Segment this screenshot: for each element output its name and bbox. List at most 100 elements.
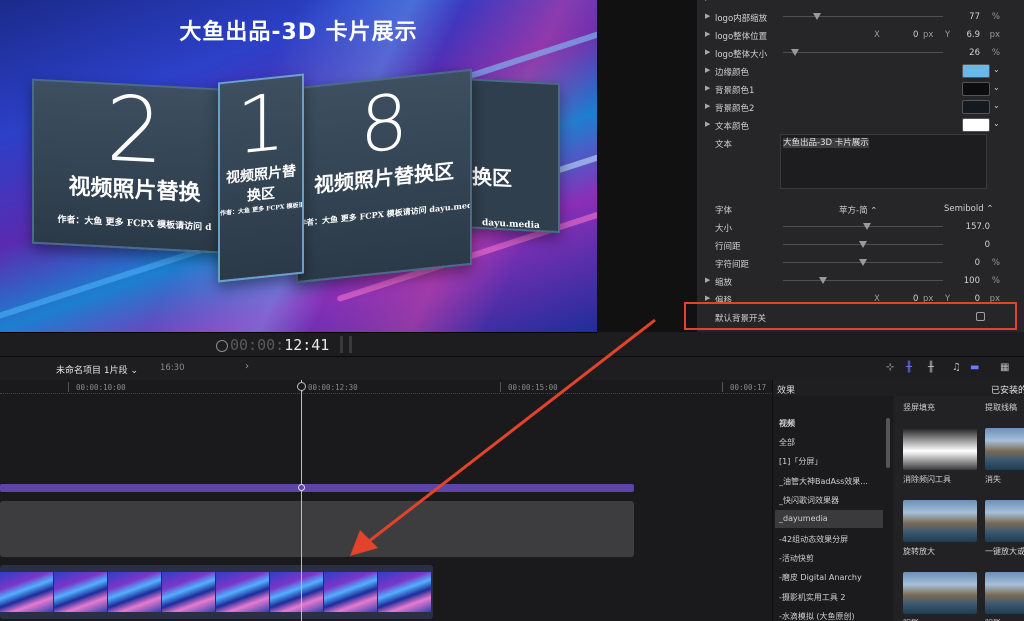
size-value[interactable]: 157.0 xyxy=(966,222,990,232)
disclosure-icon[interactable]: ▶ xyxy=(705,84,710,92)
category-item[interactable]: -磨皮 Digital Anarchy xyxy=(779,572,887,583)
title-clip[interactable] xyxy=(0,484,634,492)
category-item[interactable]: [1]「分屏」 xyxy=(779,456,887,467)
disclosure-icon[interactable]: ▶ xyxy=(705,48,710,56)
chevron-down-icon[interactable]: ⌄ xyxy=(993,83,1000,92)
edge-color-swatch[interactable] xyxy=(962,64,990,78)
logo-position-x-value[interactable]: 0 xyxy=(913,30,918,40)
char-spacing-value[interactable]: 0 xyxy=(975,258,980,268)
effect-label[interactable]: 提取线稿 xyxy=(985,402,1017,413)
card-1: 1 视频照片替换区 作者：大鱼 更多 FCPX 模板请访问 xyxy=(218,73,304,283)
highlight-box xyxy=(684,302,1017,330)
text-input[interactable]: 大鱼出品-3D 卡片展示 xyxy=(780,134,987,189)
logo-size-slider[interactable] xyxy=(783,49,943,56)
headphones-icon[interactable]: ♫ xyxy=(952,362,961,373)
category-item[interactable]: _油管大神BadAss效果... xyxy=(779,476,887,487)
playhead[interactable] xyxy=(301,380,302,621)
category-item[interactable]: -摄影机实用工具 2 xyxy=(779,592,887,603)
timeline-ruler[interactable]: 00:00:10:00 00:00:12:30 00:00:15:00 00:0… xyxy=(0,380,772,394)
card-number: 2 xyxy=(105,78,164,185)
clip-thumbnail xyxy=(108,572,161,612)
effect-label[interactable]: 消除频闪工具 xyxy=(903,474,951,485)
effect-thumbnail[interactable] xyxy=(985,428,1024,470)
clip-thumbnail xyxy=(0,572,53,612)
chevron-down-icon[interactable]: ⌄ xyxy=(993,119,1000,128)
effect-thumbnail[interactable] xyxy=(903,500,977,542)
param-scale: ▶ 缩放 100 % xyxy=(705,276,1000,288)
timeline[interactable]: 00:00:10:00 00:00:12:30 00:00:15:00 00:0… xyxy=(0,380,772,621)
effects-grid: 竖屏填充 提取线稿 消除频闪工具 消失 旋转放大 一键放大或 阴影 阴影 xyxy=(895,396,1024,621)
solo-icon[interactable]: ╫ xyxy=(928,362,934,373)
effect-thumbnail[interactable] xyxy=(985,500,1024,542)
disclosure-icon[interactable]: ▶ xyxy=(705,120,710,128)
snapping-icon[interactable]: ⊹ xyxy=(886,362,894,373)
effect-thumbnail[interactable] xyxy=(985,572,1024,614)
size-slider[interactable] xyxy=(783,223,943,230)
project-name-menu[interactable]: 未命名项目 1片段 ⌄ xyxy=(56,363,138,376)
disclosure-icon[interactable]: ▶ xyxy=(705,294,710,302)
clip-thumbnail xyxy=(54,572,107,612)
logo-inner-scale-slider[interactable] xyxy=(783,13,943,20)
effects-browser-icon[interactable]: ▦ xyxy=(1000,362,1009,373)
timeline-header: 未命名项目 1片段 ⌄ 16:30 › ⊹ ╫ ╫ ♫ ▬ ▦ xyxy=(0,356,1024,380)
chevron-right-icon[interactable]: › xyxy=(245,361,249,372)
effect-label[interactable]: 竖屏填充 xyxy=(903,402,935,413)
timecode-main: 12:41 xyxy=(284,336,330,354)
chevron-down-icon[interactable]: ⌄ xyxy=(993,65,1000,74)
card-author: 作者：大鱼 更多 FCPX 模板请访问 d xyxy=(57,214,212,234)
param-char-spacing: 字符间距 0 % xyxy=(715,258,1000,270)
category-item[interactable]: _快闪歌词效果器 xyxy=(779,495,887,506)
effect-label[interactable]: 旋转放大 xyxy=(903,546,935,557)
scale-value[interactable]: 100 xyxy=(964,276,980,286)
category-item[interactable]: 视频 xyxy=(779,418,887,429)
disclosure-icon[interactable]: ▶ xyxy=(705,66,710,74)
effect-label[interactable]: 一键放大或 xyxy=(985,546,1024,557)
text-color-swatch[interactable] xyxy=(962,118,990,132)
logo-position-y-value[interactable]: 6.9 xyxy=(966,30,980,40)
disclosure-icon[interactable]: ▶ xyxy=(705,12,710,20)
category-item[interactable]: -水滴模拟 (大鱼原创) xyxy=(779,611,887,621)
category-item-selected[interactable]: _dayumedia xyxy=(775,510,883,528)
scrollbar[interactable] xyxy=(886,418,890,468)
char-spacing-slider[interactable] xyxy=(783,259,943,266)
param-logo-size: ▶ logo整体大小 26 % xyxy=(705,48,1000,60)
disclosure-icon[interactable]: ▶ xyxy=(705,276,710,284)
effect-thumbnail[interactable] xyxy=(903,428,977,470)
effect-thumbnail[interactable] xyxy=(903,572,977,614)
clip-appearance-icon[interactable]: ▬ xyxy=(970,362,979,373)
playhead-handle[interactable] xyxy=(297,382,306,391)
project-duration: 16:30 xyxy=(160,363,185,373)
bg-color-2-swatch[interactable] xyxy=(962,100,990,114)
viewer-canvas: 大鱼出品-3D 卡片展示 换区 dayu.media 2 视频照片替换 作者：大… xyxy=(0,0,597,332)
category-item[interactable]: 全部 xyxy=(779,437,887,448)
bg-color-1-swatch[interactable] xyxy=(962,82,990,96)
gap-clip[interactable] xyxy=(0,501,634,557)
clip-thumbnail xyxy=(324,572,377,612)
keyframe-marker[interactable] xyxy=(298,484,305,491)
clip-thumbnail xyxy=(378,572,431,612)
divider xyxy=(340,336,352,353)
viewer-controls: 00:00:12:41 ⤢ xyxy=(0,332,695,356)
param-edge-color: ▶ 边缘颜色 ⌄ xyxy=(705,64,1000,78)
line-spacing-slider[interactable] xyxy=(783,241,943,248)
timecode-display[interactable]: 00:00:12:41 xyxy=(216,336,329,354)
chevron-down-icon[interactable]: ⌄ xyxy=(993,101,1000,110)
scale-slider[interactable] xyxy=(783,277,943,284)
category-item[interactable]: -42组动态效果分屏 xyxy=(779,534,887,545)
disclosure-icon[interactable]: ▶ xyxy=(705,30,710,38)
category-item[interactable]: -活动快剪 xyxy=(779,553,887,564)
logo-size-value[interactable]: 26 xyxy=(969,48,980,58)
disclosure-icon[interactable]: ▶ xyxy=(705,0,710,2)
font-family-select[interactable]: 苹方-简 ⌃ xyxy=(839,204,877,216)
ruler-timecode: 00:00:10:00 xyxy=(76,383,126,392)
effect-label[interactable]: 消失 xyxy=(985,474,1001,485)
font-weight-select[interactable]: Semibold ⌃ xyxy=(944,204,993,214)
logo-inner-scale-value[interactable]: 77 xyxy=(969,12,980,22)
effects-category-list: 视频 全部 [1]「分屏」 _油管大神BadAss效果... _快闪歌词效果器 … xyxy=(773,396,893,621)
audio-skimming-icon[interactable]: ╫ xyxy=(906,362,912,373)
card-8: 8 视频照片替换区 作者：大鱼 更多 FCPX 模板请访问 dayu.media xyxy=(296,68,472,284)
ruler-timecode: 00:00:12:30 xyxy=(308,383,358,392)
disclosure-icon[interactable]: ▶ xyxy=(705,102,710,110)
video-clip[interactable] xyxy=(0,565,433,619)
line-spacing-value[interactable]: 0 xyxy=(985,240,990,250)
